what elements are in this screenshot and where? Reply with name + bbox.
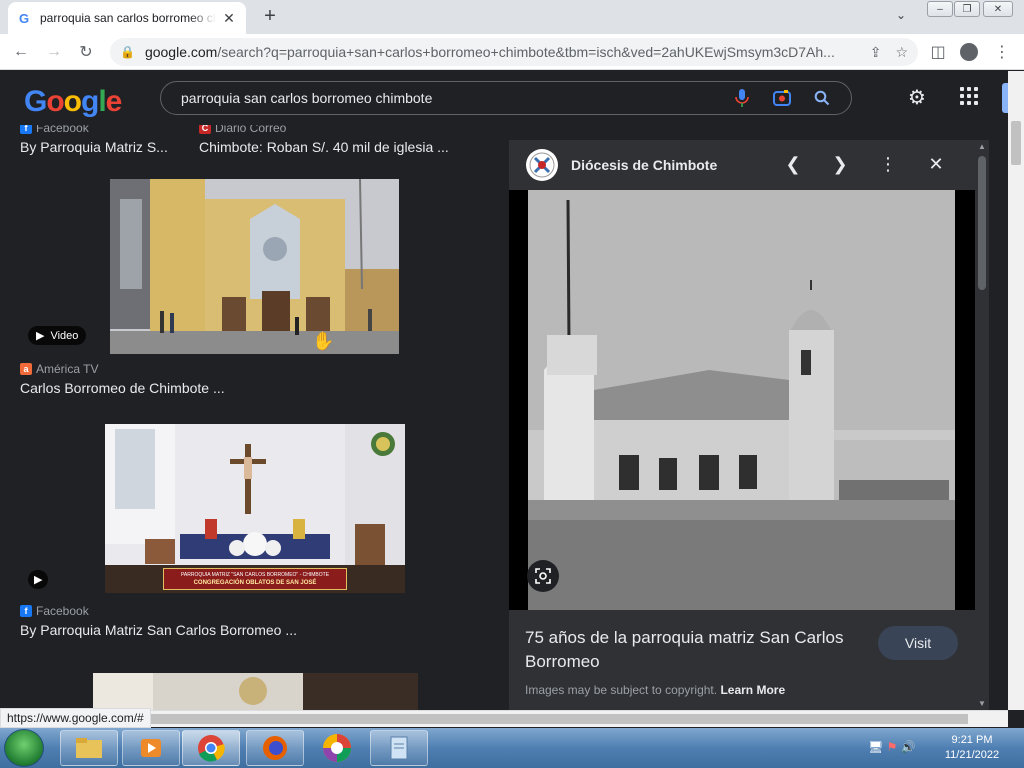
tab-title: parroquia san carlos borromeo chimbote -… bbox=[40, 11, 216, 25]
start-button[interactable] bbox=[4, 729, 44, 767]
preview-image-historic-church[interactable] bbox=[509, 190, 975, 610]
panel-scrollbar[interactable]: ▲ ▼ bbox=[975, 140, 989, 710]
restore-button[interactable]: ❐ bbox=[954, 1, 980, 17]
settings-gear-icon[interactable]: ⚙ bbox=[908, 85, 926, 110]
bookmark-star-icon[interactable]: ☆ bbox=[895, 44, 908, 61]
diario-correo-icon: C bbox=[199, 125, 211, 134]
tab-active[interactable]: G parroquia san carlos borromeo chimbote… bbox=[8, 2, 246, 34]
image-results: f Facebook By Parroquia Matriz S... C Diar… bbox=[0, 125, 500, 710]
page-horizontal-scrollbar[interactable] bbox=[0, 710, 1008, 727]
result-source[interactable]: a América TV bbox=[20, 362, 98, 376]
facebook-icon: f bbox=[20, 125, 32, 134]
video-play-badge: ▶ bbox=[28, 570, 49, 589]
result-thumbnail-church-facade[interactable] bbox=[110, 179, 399, 354]
share-icon[interactable]: ⇪ bbox=[870, 44, 882, 61]
result-source[interactable]: f Facebook bbox=[20, 125, 89, 135]
google-lens-icon[interactable] bbox=[527, 560, 559, 592]
system-tray-icons[interactable]: 🖥 ⚑ 🔊 bbox=[868, 740, 916, 754]
facebook-icon: f bbox=[20, 605, 32, 617]
lock-icon: 🔒 bbox=[120, 45, 135, 59]
colorful-app-icon[interactable] bbox=[308, 730, 366, 766]
play-icon: ▶ bbox=[34, 574, 43, 586]
google-header: Google parroquia san carlos borromeo chi… bbox=[0, 71, 1008, 125]
search-box[interactable]: parroquia san carlos borromeo chimbote bbox=[160, 81, 852, 115]
profile-avatar-icon[interactable] bbox=[957, 40, 981, 64]
taskbar-clock[interactable]: 9:21 PM 11/21/2022 bbox=[936, 733, 1008, 763]
learn-more-link[interactable]: Learn More bbox=[720, 683, 785, 697]
chrome-icon[interactable] bbox=[182, 730, 240, 766]
tab-strip: G parroquia san carlos borromeo chimbote… bbox=[0, 0, 1024, 34]
windows-taskbar: 🖥 ⚑ 🔊 9:21 PM 11/21/2022 bbox=[0, 728, 1024, 768]
result-caption[interactable]: By Parroquia Matriz San Carlos Borromeo … bbox=[20, 622, 297, 638]
page-vertical-scrollbar[interactable] bbox=[1008, 71, 1024, 710]
back-arrow-icon[interactable]: ← bbox=[9, 40, 33, 64]
copyright-notice: Images may be subject to copyright. Lear… bbox=[525, 683, 786, 697]
more-options-icon[interactable]: ⋮ bbox=[877, 154, 899, 175]
next-chevron-icon[interactable]: ❯ bbox=[829, 154, 851, 175]
clock-date: 11/21/2022 bbox=[944, 749, 1000, 761]
result-caption[interactable]: Chimbote: Roban S/. 40 mil de iglesia ..… bbox=[199, 139, 449, 155]
close-icon[interactable]: ✕ bbox=[925, 154, 947, 175]
mouse-cursor-icon: ✋ bbox=[312, 331, 335, 351]
play-icon: ▶ bbox=[36, 330, 45, 342]
address-bar[interactable]: 🔒 google.com/search?q=parroquia+san+carl… bbox=[110, 38, 918, 66]
video-badge: ▶ Video bbox=[28, 326, 87, 345]
previous-chevron-icon[interactable]: ❮ bbox=[782, 154, 804, 175]
camera-lens-icon[interactable] bbox=[771, 87, 793, 109]
forward-arrow-icon[interactable]: → bbox=[42, 40, 66, 64]
network-icon[interactable]: 🖥 bbox=[868, 740, 883, 754]
america-tv-icon: a bbox=[20, 363, 32, 375]
browser-toolbar: ← → ↻ 🔒 google.com/search?q=parroquia+sa… bbox=[0, 34, 1024, 70]
new-tab-button[interactable]: + bbox=[259, 5, 281, 28]
panel-site-name[interactable]: Diócesis de Chimbote bbox=[571, 157, 717, 173]
tab-search-chevron-icon[interactable]: ⌄ bbox=[896, 8, 906, 22]
volume-icon[interactable]: 🔊 bbox=[901, 740, 916, 754]
search-query[interactable]: parroquia san carlos borromeo chimbote bbox=[181, 90, 731, 106]
google-favicon-icon: G bbox=[18, 10, 30, 26]
action-center-flag-icon[interactable]: ⚑ bbox=[887, 740, 898, 754]
image-preview-panel: Diócesis de Chimbote ❮ ❯ ⋮ ✕ 75 años de … bbox=[509, 140, 975, 710]
altar-banner: PARROQUIA MATRIZ "SAN CARLOS BORROMEO" -… bbox=[163, 568, 347, 590]
clock-time: 9:21 PM bbox=[951, 734, 993, 746]
visit-button[interactable]: Visit bbox=[878, 626, 958, 660]
microphone-icon[interactable] bbox=[731, 87, 753, 109]
media-player-icon[interactable] bbox=[122, 730, 180, 766]
close-window-button[interactable]: ✕ bbox=[983, 1, 1013, 17]
result-thumbnail-altar[interactable]: PARROQUIA MATRIZ "SAN CARLOS BORROMEO" -… bbox=[105, 424, 405, 593]
diocese-logo-icon bbox=[526, 149, 558, 181]
google-doodle-logo[interactable]: Google bbox=[24, 85, 122, 119]
tab-close-button[interactable]: ✕ bbox=[220, 10, 238, 27]
panel-image-title[interactable]: 75 años de la parroquia matriz San Carlo… bbox=[525, 626, 871, 674]
minimize-button[interactable]: – bbox=[927, 1, 953, 17]
result-caption[interactable]: By Parroquia Matriz S... bbox=[20, 139, 168, 155]
result-thumbnail-partial[interactable] bbox=[93, 673, 418, 710]
url-text: google.com/search?q=parroquia+san+carlos… bbox=[144, 44, 835, 60]
firefox-icon[interactable] bbox=[246, 730, 304, 766]
file-explorer-icon[interactable] bbox=[60, 730, 118, 766]
scroll-down-arrow-icon[interactable]: ▼ bbox=[978, 699, 986, 708]
notepad-icon[interactable] bbox=[370, 730, 428, 766]
result-source[interactable]: f Facebook bbox=[20, 604, 89, 618]
status-bar-url: https://www.google.com/# bbox=[0, 708, 151, 728]
google-apps-grid-icon[interactable] bbox=[960, 87, 978, 105]
scroll-up-arrow-icon[interactable]: ▲ bbox=[978, 142, 986, 151]
side-panel-icon[interactable]: ◫ bbox=[926, 40, 950, 64]
search-icon[interactable] bbox=[811, 87, 833, 109]
menu-kebab-icon[interactable]: ⋮ bbox=[990, 40, 1014, 64]
reload-icon[interactable]: ↻ bbox=[74, 40, 98, 64]
panel-header: Diócesis de Chimbote ❮ ❯ ⋮ ✕ bbox=[509, 140, 975, 190]
result-source[interactable]: C Diario Correo bbox=[199, 125, 286, 135]
result-caption[interactable]: Carlos Borromeo de Chimbote ... bbox=[20, 380, 225, 396]
